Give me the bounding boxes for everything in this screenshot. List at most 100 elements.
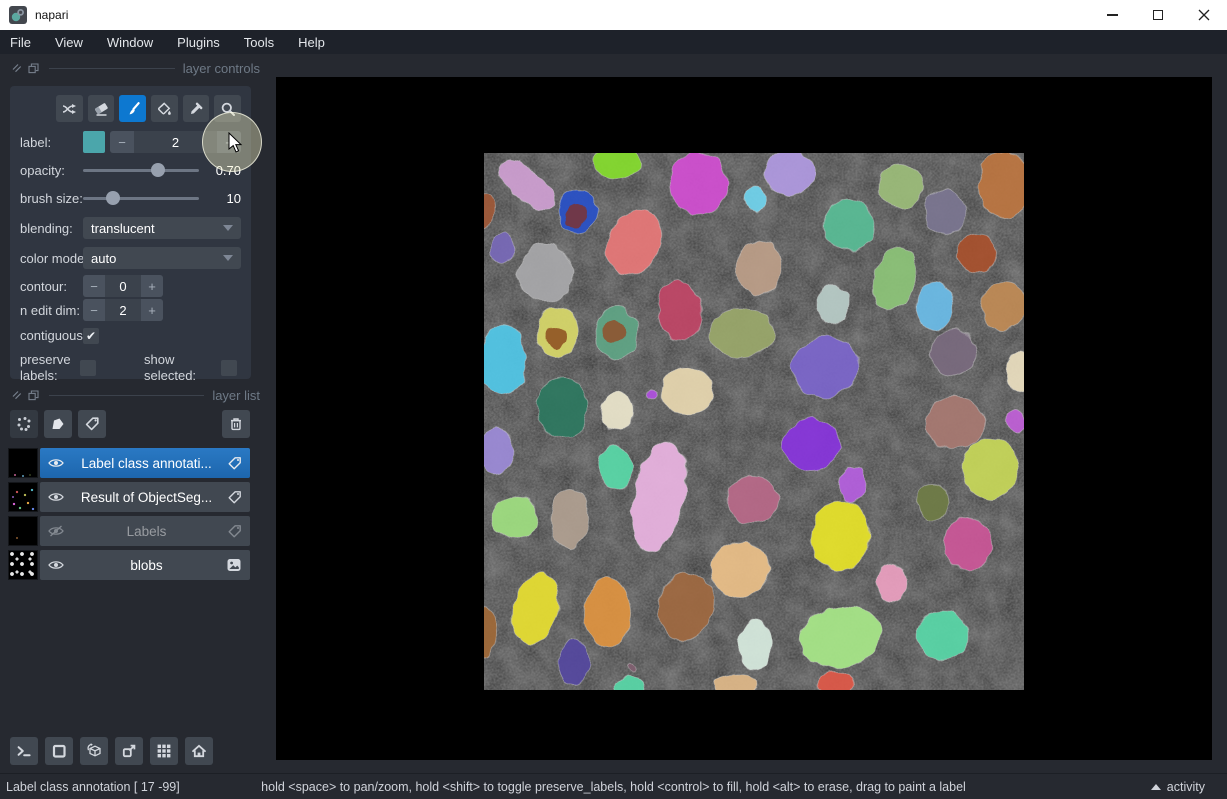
dock-float-icon[interactable] xyxy=(28,63,39,74)
menu-help[interactable]: Help xyxy=(286,35,337,50)
visibility-eye-icon[interactable] xyxy=(48,559,68,571)
n-edit-dim-increment-button[interactable]: + xyxy=(141,299,163,321)
eraser-icon xyxy=(93,101,109,117)
contour-increment-button[interactable]: + xyxy=(141,275,163,297)
new-points-layer-button[interactable] xyxy=(10,410,38,438)
show-selected-checkbox[interactable]: ✔ xyxy=(221,360,237,376)
close-button[interactable] xyxy=(1181,0,1227,30)
pan-zoom-button[interactable] xyxy=(214,95,241,122)
brush-size-slider-handle[interactable] xyxy=(106,191,120,205)
roll-dimensions-button[interactable] xyxy=(80,737,108,765)
new-labels-layer-button[interactable] xyxy=(78,410,106,438)
tag-icon xyxy=(84,416,100,432)
opacity-slider-handle[interactable] xyxy=(151,163,165,177)
brush-size-label: brush size: xyxy=(20,191,83,206)
layer-name: blobs xyxy=(68,558,225,573)
viewer-canvas[interactable] xyxy=(276,77,1212,760)
dock-separator xyxy=(49,68,175,69)
layer-row-blobs[interactable]: blobs xyxy=(8,550,250,580)
contiguous-checkbox[interactable]: ✔ xyxy=(83,328,99,344)
brush-size-slider[interactable] xyxy=(83,191,199,205)
viewer-buttons xyxy=(10,737,213,765)
label-value[interactable]: 2 xyxy=(134,131,217,153)
menu-file[interactable]: File xyxy=(10,35,43,50)
menu-view[interactable]: View xyxy=(43,35,95,50)
menu-window[interactable]: Window xyxy=(95,35,165,50)
menubar: File View Window Plugins Tools Help xyxy=(0,30,1227,54)
contour-value[interactable]: 0 xyxy=(105,275,141,297)
layer-thumbnail xyxy=(8,482,38,512)
left-dock: layer controls xyxy=(0,54,270,773)
layer-list-title: layer list xyxy=(212,388,260,403)
toggle-ndisplay-button[interactable] xyxy=(45,737,73,765)
dock-float-icon[interactable] xyxy=(28,390,39,401)
visibility-eye-slash-icon[interactable] xyxy=(48,525,68,537)
shuffle-icon xyxy=(61,101,77,117)
brush-size-row: brush size: 10 xyxy=(20,187,241,209)
blending-value: translucent xyxy=(91,221,155,236)
shuffle-colors-button[interactable] xyxy=(56,95,83,122)
pick-color-button[interactable] xyxy=(183,95,210,122)
menu-plugins[interactable]: Plugins xyxy=(165,35,232,50)
preserve-labels-checkbox[interactable]: ✔ xyxy=(80,360,96,376)
visibility-eye-icon[interactable] xyxy=(48,491,68,503)
labels-layer-type-icon xyxy=(225,490,242,505)
paint-button[interactable] xyxy=(119,95,146,122)
contour-row: contour: − 0 + xyxy=(20,275,241,297)
transpose-icon xyxy=(121,743,137,759)
labels-layer-type-icon xyxy=(225,456,242,471)
menu-tools[interactable]: Tools xyxy=(232,35,286,50)
blending-dropdown[interactable]: translucent xyxy=(83,217,241,239)
contiguous-row: contiguous: ✔ xyxy=(20,327,241,344)
delete-layer-button[interactable] xyxy=(222,410,250,438)
visibility-eye-icon[interactable] xyxy=(48,457,68,469)
layer-controls-dock-header: layer controls xyxy=(0,59,270,77)
status-hint: hold <space> to pan/zoom, hold <shift> t… xyxy=(261,780,966,794)
label-decrement-button[interactable]: − xyxy=(110,131,134,153)
layer-row-label-class-annotation[interactable]: Label class annotati... xyxy=(8,448,250,478)
erase-button[interactable] xyxy=(88,95,115,122)
opacity-label: opacity: xyxy=(20,163,83,178)
n-edit-dim-value[interactable]: 2 xyxy=(105,299,141,321)
grid-view-button[interactable] xyxy=(150,737,178,765)
blending-row: blending: translucent xyxy=(20,217,241,239)
titlebar: napari xyxy=(0,0,1227,30)
layer-row-result-of-objectseg[interactable]: Result of ObjectSeg... xyxy=(8,482,250,512)
contour-label: contour: xyxy=(20,279,83,294)
opacity-slider[interactable] xyxy=(83,163,199,177)
layer-thumbnail xyxy=(8,550,38,580)
close-icon xyxy=(1198,9,1210,21)
show-selected-label: show selected: xyxy=(144,352,208,384)
console-button[interactable] xyxy=(10,737,38,765)
activity-button[interactable]: activity xyxy=(1151,780,1205,794)
label-spinbox: − 2 + xyxy=(110,131,241,153)
n-edit-dim-spinbox: − 2 + xyxy=(83,299,163,321)
dock-hide-icon[interactable] xyxy=(12,63,22,73)
roll-cube-icon xyxy=(86,743,103,759)
blobs-image xyxy=(484,153,1024,690)
layer-name: Result of ObjectSeg... xyxy=(68,490,225,505)
color-mode-dropdown[interactable]: auto xyxy=(83,247,241,269)
minimize-button[interactable] xyxy=(1089,0,1135,30)
label-increment-button[interactable]: + xyxy=(217,131,241,153)
fill-button[interactable] xyxy=(151,95,178,122)
labels-layer-type-icon xyxy=(225,524,242,539)
layer-thumbnail xyxy=(8,516,38,546)
shapes-icon xyxy=(50,416,66,432)
n-edit-dim-decrement-button[interactable]: − xyxy=(83,299,105,321)
layer-row-labels[interactable]: Labels xyxy=(8,516,250,546)
window-title: napari xyxy=(35,8,68,22)
dock-hide-icon[interactable] xyxy=(12,390,22,400)
fill-bucket-icon xyxy=(156,101,172,117)
n-edit-dim-label: n edit dim: xyxy=(20,303,83,318)
paintbrush-icon xyxy=(125,101,141,117)
trash-icon xyxy=(228,416,244,432)
color-mode-row: color mode: auto xyxy=(20,247,241,269)
transpose-dimensions-button[interactable] xyxy=(115,737,143,765)
maximize-button[interactable] xyxy=(1135,0,1181,30)
new-shapes-layer-button[interactable] xyxy=(44,410,72,438)
home-button[interactable] xyxy=(185,737,213,765)
image-layer-type-icon xyxy=(225,557,242,573)
contour-decrement-button[interactable]: − xyxy=(83,275,105,297)
label-color-swatch[interactable] xyxy=(83,131,105,153)
